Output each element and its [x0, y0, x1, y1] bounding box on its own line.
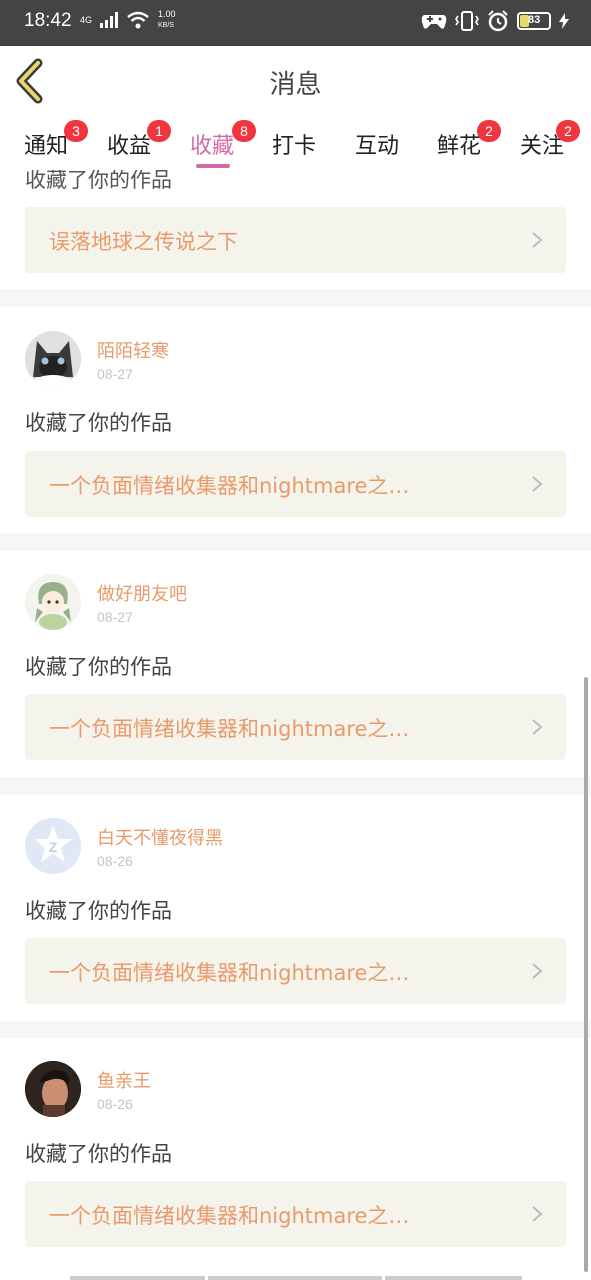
action-text: 收藏了你的作品: [25, 411, 172, 435]
action-text: 收藏了你的作品: [25, 1142, 172, 1166]
tab-badge: 3: [64, 120, 89, 142]
network-type: 4G: [80, 14, 93, 25]
tab-notifications[interactable]: 通知 3: [24, 120, 89, 160]
chevron-right-icon: [532, 1206, 543, 1222]
tab-flowers[interactable]: 鲜花 2: [437, 120, 502, 160]
work-link[interactable]: 一个负面情绪收集器和nightmare之…: [25, 1181, 566, 1247]
list-item: 做好朋友吧 08-27 收藏了你的作品 一个负面情绪收集器和nightmare之…: [0, 551, 591, 777]
tab-badge: 2: [556, 120, 581, 142]
chevron-right-icon: [532, 719, 543, 735]
status-time: 18:42: [24, 10, 72, 31]
svg-text:Z: Z: [49, 839, 58, 855]
work-link[interactable]: 误落地球之传说之下: [25, 207, 566, 273]
date: 08-26: [97, 853, 133, 869]
tab-interaction[interactable]: 互动: [355, 128, 399, 160]
nav-bar-segment: [208, 1276, 382, 1280]
action-text: 收藏了你的作品: [25, 899, 172, 923]
username[interactable]: 陌陌轻寒: [97, 337, 169, 363]
avatar[interactable]: Z: [25, 818, 81, 874]
battery-icon: 83: [517, 12, 551, 30]
alarm-icon: [488, 10, 508, 32]
status-bar: 18:42 4G 1.00 KB/S 83: [0, 0, 591, 46]
charging-icon: [559, 13, 569, 29]
action-text: 收藏了你的作品: [25, 655, 172, 679]
tab-follows[interactable]: 关注 2: [520, 120, 581, 160]
nav-bar-segment: [385, 1276, 522, 1280]
anime-avatar-image: [25, 574, 81, 630]
page-title: 消息: [269, 70, 322, 100]
status-left-icons: 4G 1.00 KB/S: [80, 10, 176, 30]
wifi-icon: [127, 11, 149, 29]
tab-favorites[interactable]: 收藏 8: [190, 120, 257, 160]
tab-checkin[interactable]: 打卡: [272, 128, 316, 160]
date: 08-27: [97, 609, 133, 625]
chevron-right-icon: [532, 232, 543, 248]
avatar[interactable]: [25, 331, 81, 387]
message-list[interactable]: 收藏了你的作品 误落地球之传说之下 陌陌轻寒 08-27 收藏了你的作品 一个负…: [0, 170, 591, 1280]
vibrate-icon: [455, 11, 479, 31]
signal-icon: [100, 12, 119, 28]
avatar[interactable]: [25, 1061, 81, 1117]
tab-bar: 通知 3 收益 1 收藏 8 打卡 互动 鲜花 2 关注 2: [0, 118, 591, 170]
tab-badge: 8: [232, 120, 257, 142]
chevron-right-icon: [532, 476, 543, 492]
list-item: 收藏了你的作品 误落地球之传说之下: [0, 170, 591, 289]
action-text: 收藏了你的作品: [25, 170, 172, 192]
nav-bar-segment: [70, 1276, 205, 1280]
scrollbar[interactable]: [584, 677, 588, 1272]
tab-earnings[interactable]: 收益 1: [107, 120, 172, 160]
date: 08-27: [97, 366, 133, 382]
work-link[interactable]: 一个负面情绪收集器和nightmare之…: [25, 938, 566, 1004]
cat-avatar-image: [25, 331, 81, 387]
username[interactable]: 做好朋友吧: [97, 580, 187, 606]
avatar[interactable]: [25, 574, 81, 630]
username[interactable]: 鱼亲王: [97, 1067, 151, 1093]
active-tab-indicator: [196, 164, 230, 168]
list-item: 鱼亲王 08-26 收藏了你的作品 一个负面情绪收集器和nightmare之…: [0, 1038, 591, 1280]
tab-badge: 1: [147, 120, 172, 142]
tab-badge: 2: [477, 120, 502, 142]
game-icon: [421, 15, 447, 29]
work-link[interactable]: 一个负面情绪收集器和nightmare之…: [25, 694, 566, 760]
chevron-right-icon: [532, 963, 543, 979]
net-speed: 1.00 KB/S: [158, 9, 176, 30]
username[interactable]: 白天不懂夜得黑: [97, 824, 223, 850]
list-item: Z 白天不懂夜得黑 08-26 收藏了你的作品 一个负面情绪收集器和nightm…: [0, 795, 591, 1021]
default-avatar-image: Z: [25, 818, 81, 874]
date: 08-26: [97, 1096, 133, 1112]
status-right-icons: 83: [421, 10, 569, 32]
header: 消息: [0, 46, 591, 118]
work-link[interactable]: 一个负面情绪收集器和nightmare之…: [25, 451, 566, 517]
photo-avatar-image: [25, 1061, 81, 1117]
list-item: 陌陌轻寒 08-27 收藏了你的作品 一个负面情绪收集器和nightmare之…: [0, 307, 591, 533]
